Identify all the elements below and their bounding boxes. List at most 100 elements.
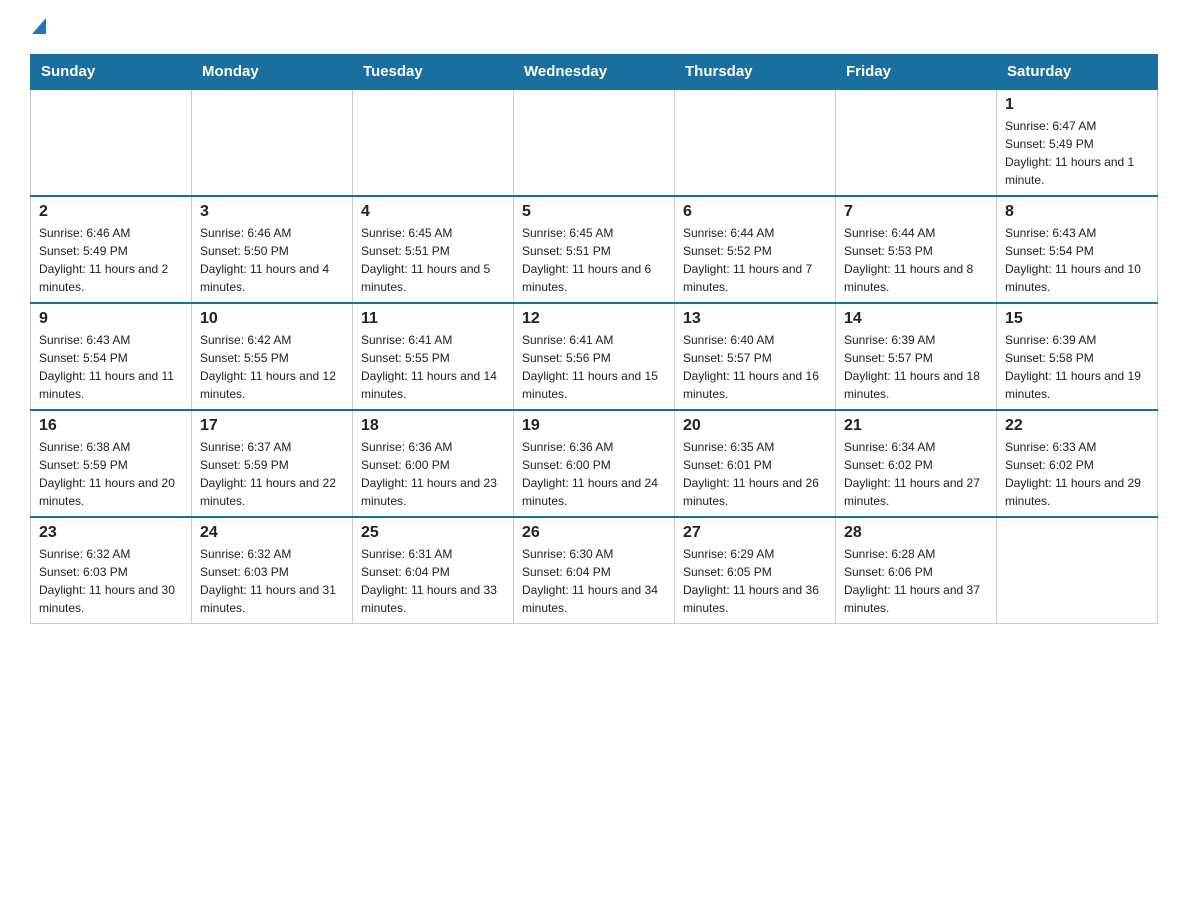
logo-triangle-icon <box>32 18 46 34</box>
day-info: Sunrise: 6:45 AM Sunset: 5:51 PM Dayligh… <box>361 224 505 296</box>
calendar-cell: 9 Sunrise: 6:43 AM Sunset: 5:54 PM Daylig… <box>31 303 192 410</box>
calendar-week-row: 9 Sunrise: 6:43 AM Sunset: 5:54 PM Daylig… <box>31 303 1158 410</box>
calendar-cell: 23 Sunrise: 6:32 AM Sunset: 6:03 PM Dayli… <box>31 517 192 624</box>
day-info: Sunrise: 6:32 AM Sunset: 6:03 PM Dayligh… <box>200 545 344 617</box>
day-info: Sunrise: 6:43 AM Sunset: 5:54 PM Dayligh… <box>39 331 183 403</box>
day-info: Sunrise: 6:29 AM Sunset: 6:05 PM Dayligh… <box>683 545 827 617</box>
day-number: 8 <box>1005 203 1149 221</box>
day-info: Sunrise: 6:37 AM Sunset: 5:59 PM Dayligh… <box>200 438 344 510</box>
calendar-cell: 15 Sunrise: 6:39 AM Sunset: 5:58 PM Dayli… <box>997 303 1158 410</box>
day-info: Sunrise: 6:45 AM Sunset: 5:51 PM Dayligh… <box>522 224 666 296</box>
calendar-cell: 26 Sunrise: 6:30 AM Sunset: 6:04 PM Dayli… <box>514 517 675 624</box>
day-info: Sunrise: 6:36 AM Sunset: 6:00 PM Dayligh… <box>361 438 505 510</box>
calendar-cell: 27 Sunrise: 6:29 AM Sunset: 6:05 PM Dayli… <box>675 517 836 624</box>
day-info: Sunrise: 6:46 AM Sunset: 5:49 PM Dayligh… <box>39 224 183 296</box>
calendar-cell: 10 Sunrise: 6:42 AM Sunset: 5:55 PM Dayli… <box>192 303 353 410</box>
day-info: Sunrise: 6:36 AM Sunset: 6:00 PM Dayligh… <box>522 438 666 510</box>
day-number: 18 <box>361 417 505 435</box>
day-info: Sunrise: 6:41 AM Sunset: 5:55 PM Dayligh… <box>361 331 505 403</box>
day-info: Sunrise: 6:46 AM Sunset: 5:50 PM Dayligh… <box>200 224 344 296</box>
day-number: 15 <box>1005 310 1149 328</box>
calendar-week-row: 1Sunrise: 6:47 AM Sunset: 5:49 PM Daylig… <box>31 89 1158 196</box>
calendar-week-row: 16 Sunrise: 6:38 AM Sunset: 5:59 PM Dayli… <box>31 410 1158 517</box>
day-number: 5 <box>522 203 666 221</box>
calendar-cell <box>353 89 514 196</box>
calendar-cell: 18 Sunrise: 6:36 AM Sunset: 6:00 PM Dayli… <box>353 410 514 517</box>
calendar-cell: 1Sunrise: 6:47 AM Sunset: 5:49 PM Daylig… <box>997 89 1158 196</box>
day-info: Sunrise: 6:31 AM Sunset: 6:04 PM Dayligh… <box>361 545 505 617</box>
day-info: Sunrise: 6:41 AM Sunset: 5:56 PM Dayligh… <box>522 331 666 403</box>
day-number: 16 <box>39 417 183 435</box>
calendar-cell: 17 Sunrise: 6:37 AM Sunset: 5:59 PM Dayli… <box>192 410 353 517</box>
calendar-cell: 21 Sunrise: 6:34 AM Sunset: 6:02 PM Dayli… <box>836 410 997 517</box>
calendar-cell: 19 Sunrise: 6:36 AM Sunset: 6:00 PM Dayli… <box>514 410 675 517</box>
day-number: 1 <box>1005 96 1149 114</box>
day-number: 22 <box>1005 417 1149 435</box>
calendar-cell: 3 Sunrise: 6:46 AM Sunset: 5:50 PM Daylig… <box>192 196 353 303</box>
day-number: 25 <box>361 524 505 542</box>
day-info: Sunrise: 6:39 AM Sunset: 5:58 PM Dayligh… <box>1005 331 1149 403</box>
calendar-cell: 2 Sunrise: 6:46 AM Sunset: 5:49 PM Daylig… <box>31 196 192 303</box>
day-number: 26 <box>522 524 666 542</box>
day-number: 24 <box>200 524 344 542</box>
calendar-cell: 11 Sunrise: 6:41 AM Sunset: 5:55 PM Dayli… <box>353 303 514 410</box>
weekday-header-friday: Friday <box>836 55 997 90</box>
day-info: Sunrise: 6:39 AM Sunset: 5:57 PM Dayligh… <box>844 331 988 403</box>
day-number: 27 <box>683 524 827 542</box>
day-info: Sunrise: 6:30 AM Sunset: 6:04 PM Dayligh… <box>522 545 666 617</box>
calendar-cell: 5 Sunrise: 6:45 AM Sunset: 5:51 PM Daylig… <box>514 196 675 303</box>
day-info: Sunrise: 6:33 AM Sunset: 6:02 PM Dayligh… <box>1005 438 1149 510</box>
calendar-cell: 22 Sunrise: 6:33 AM Sunset: 6:02 PM Dayli… <box>997 410 1158 517</box>
calendar-cell: 8 Sunrise: 6:43 AM Sunset: 5:54 PM Daylig… <box>997 196 1158 303</box>
day-number: 7 <box>844 203 988 221</box>
day-number: 10 <box>200 310 344 328</box>
calendar-cell <box>192 89 353 196</box>
day-number: 23 <box>39 524 183 542</box>
day-number: 2 <box>39 203 183 221</box>
weekday-header-tuesday: Tuesday <box>353 55 514 90</box>
calendar-cell: 24 Sunrise: 6:32 AM Sunset: 6:03 PM Dayli… <box>192 517 353 624</box>
day-info: Sunrise: 6:34 AM Sunset: 6:02 PM Dayligh… <box>844 438 988 510</box>
day-number: 20 <box>683 417 827 435</box>
calendar-table: SundayMondayTuesdayWednesdayThursdayFrid… <box>30 54 1158 624</box>
day-number: 14 <box>844 310 988 328</box>
day-number: 4 <box>361 203 505 221</box>
page-header <box>30 20 1158 36</box>
calendar-cell: 12 Sunrise: 6:41 AM Sunset: 5:56 PM Dayli… <box>514 303 675 410</box>
calendar-cell <box>836 89 997 196</box>
day-number: 17 <box>200 417 344 435</box>
day-number: 21 <box>844 417 988 435</box>
weekday-header-row: SundayMondayTuesdayWednesdayThursdayFrid… <box>31 55 1158 90</box>
day-info: Sunrise: 6:42 AM Sunset: 5:55 PM Dayligh… <box>200 331 344 403</box>
calendar-cell: 14 Sunrise: 6:39 AM Sunset: 5:57 PM Dayli… <box>836 303 997 410</box>
day-number: 9 <box>39 310 183 328</box>
weekday-header-saturday: Saturday <box>997 55 1158 90</box>
logo <box>30 20 46 36</box>
day-info: Sunrise: 6:32 AM Sunset: 6:03 PM Dayligh… <box>39 545 183 617</box>
calendar-cell: 13 Sunrise: 6:40 AM Sunset: 5:57 PM Dayli… <box>675 303 836 410</box>
calendar-week-row: 23 Sunrise: 6:32 AM Sunset: 6:03 PM Dayli… <box>31 517 1158 624</box>
day-info: Sunrise: 6:44 AM Sunset: 5:52 PM Dayligh… <box>683 224 827 296</box>
day-number: 13 <box>683 310 827 328</box>
calendar-cell <box>31 89 192 196</box>
calendar-cell <box>997 517 1158 624</box>
day-info: Sunrise: 6:43 AM Sunset: 5:54 PM Dayligh… <box>1005 224 1149 296</box>
day-number: 6 <box>683 203 827 221</box>
day-number: 11 <box>361 310 505 328</box>
weekday-header-wednesday: Wednesday <box>514 55 675 90</box>
day-info: Sunrise: 6:40 AM Sunset: 5:57 PM Dayligh… <box>683 331 827 403</box>
day-info: Sunrise: 6:35 AM Sunset: 6:01 PM Dayligh… <box>683 438 827 510</box>
weekday-header-monday: Monday <box>192 55 353 90</box>
calendar-cell <box>514 89 675 196</box>
day-info: Sunrise: 6:44 AM Sunset: 5:53 PM Dayligh… <box>844 224 988 296</box>
calendar-cell <box>675 89 836 196</box>
calendar-cell: 7 Sunrise: 6:44 AM Sunset: 5:53 PM Daylig… <box>836 196 997 303</box>
calendar-cell: 20 Sunrise: 6:35 AM Sunset: 6:01 PM Dayli… <box>675 410 836 517</box>
calendar-week-row: 2 Sunrise: 6:46 AM Sunset: 5:49 PM Daylig… <box>31 196 1158 303</box>
day-number: 28 <box>844 524 988 542</box>
calendar-cell: 28Sunrise: 6:28 AM Sunset: 6:06 PM Dayli… <box>836 517 997 624</box>
day-number: 12 <box>522 310 666 328</box>
day-number: 3 <box>200 203 344 221</box>
day-number: 19 <box>522 417 666 435</box>
day-info: Sunrise: 6:38 AM Sunset: 5:59 PM Dayligh… <box>39 438 183 510</box>
